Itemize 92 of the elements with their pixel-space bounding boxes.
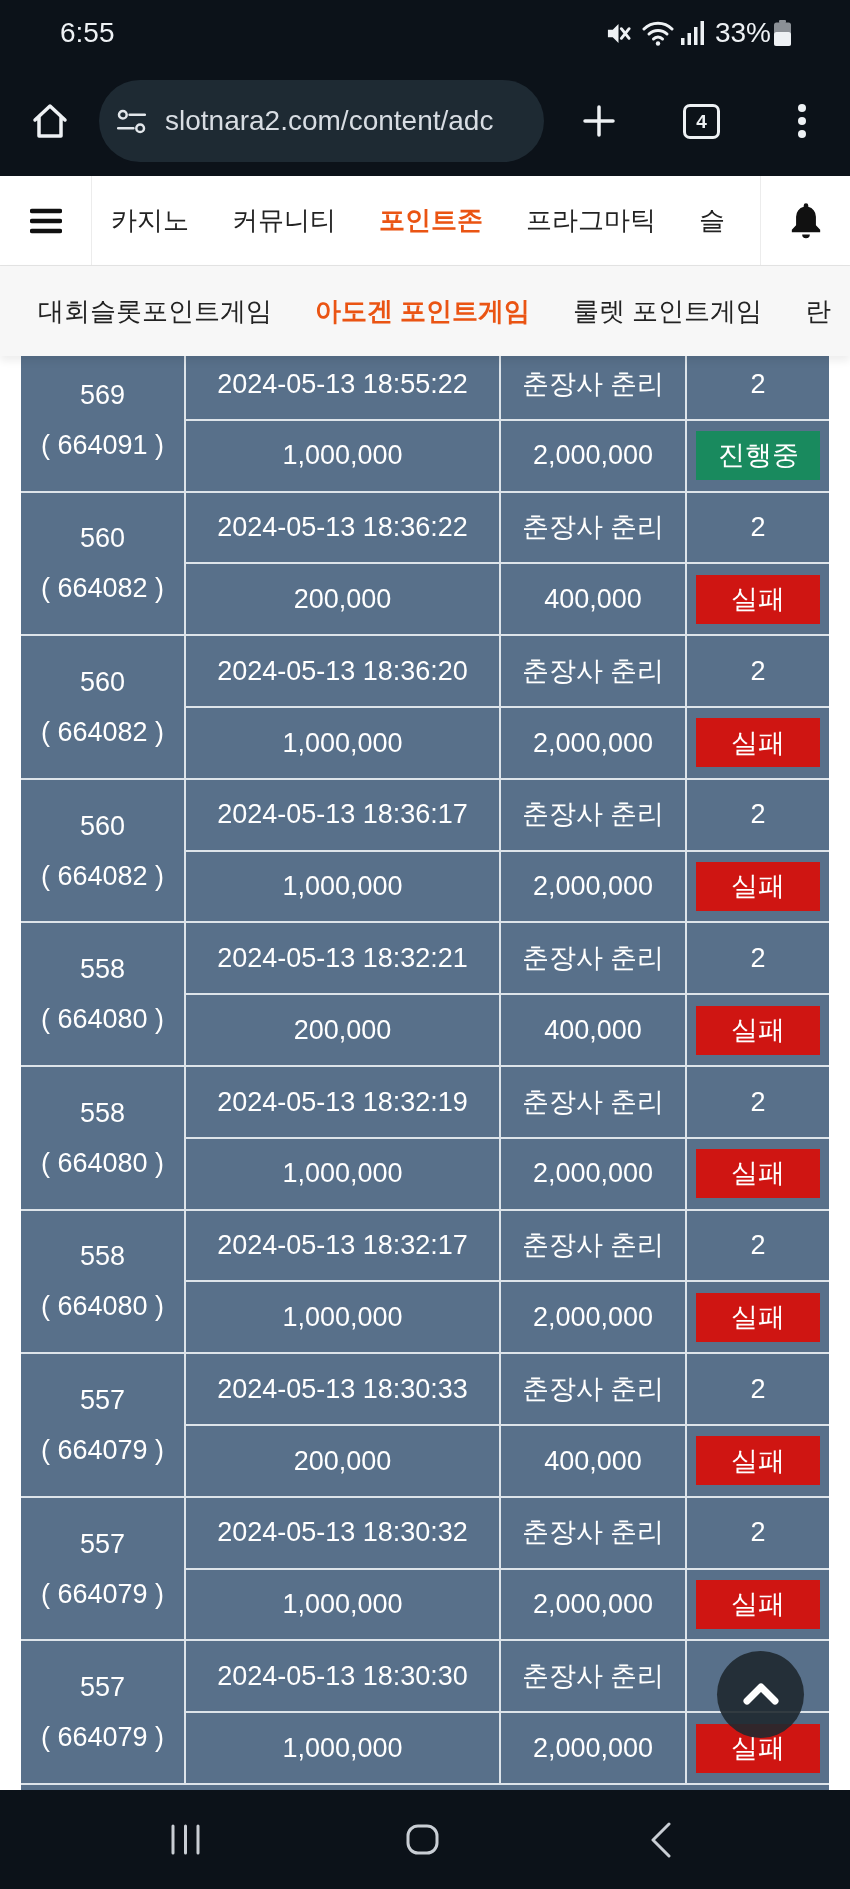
table-cell: 2024-05-13 18:55:22 bbox=[186, 356, 499, 419]
table-cell: 1,000,000 bbox=[186, 708, 499, 778]
menu-icon[interactable] bbox=[29, 207, 62, 234]
table-cell: 200,000 bbox=[186, 1425, 499, 1496]
table-cell: 1,000,000 bbox=[186, 1282, 499, 1353]
status-badge: 실패 bbox=[696, 1149, 820, 1199]
status-badge: 실패 bbox=[696, 1436, 820, 1486]
table-cell: 2 bbox=[687, 356, 829, 419]
table-cell: 569 ( 664091 ) bbox=[21, 356, 184, 491]
nav-link[interactable]: 카지노 bbox=[111, 201, 189, 240]
table-cell: 558 ( 664080 ) bbox=[21, 923, 184, 1065]
chevron-up-icon bbox=[742, 1680, 779, 1705]
sub-nav-link[interactable]: 룰렛 포인트게임 bbox=[573, 291, 763, 331]
tab-count-button[interactable]: 4 bbox=[683, 103, 720, 139]
table-cell: 2024-05-13 18:36:17 bbox=[186, 779, 499, 850]
table-cell: 2,000,000 bbox=[501, 420, 685, 491]
table-cell: 2,000,000 bbox=[501, 1138, 685, 1209]
table-cell: 1,000,000 bbox=[186, 851, 499, 922]
table-cell: 558 ( 664080 ) bbox=[21, 1210, 184, 1353]
url-text: slotnara2.com/content/adc bbox=[165, 104, 494, 138]
home-icon[interactable] bbox=[406, 1824, 439, 1855]
table-cell: 560 ( 664082 ) bbox=[21, 492, 184, 635]
table-cell: 춘장사 춘리 bbox=[501, 1497, 685, 1568]
sliders-icon[interactable] bbox=[117, 108, 146, 134]
table-cell: 춘장사 춘리 bbox=[501, 356, 685, 419]
table-cell: 400,000 bbox=[501, 1425, 685, 1496]
table-cell: 2024-05-13 18:36:22 bbox=[186, 492, 499, 563]
table-cell: 2024-05-13 18:30:32 bbox=[186, 1497, 499, 1568]
table-cell: 200,000 bbox=[186, 564, 499, 635]
table-cell: 2 bbox=[687, 636, 829, 706]
status-badge: 실패 bbox=[696, 718, 820, 768]
status-badge: 실패 bbox=[696, 861, 820, 911]
table-cell: 춘장사 춘리 bbox=[501, 636, 685, 706]
recent-apps-icon[interactable] bbox=[171, 1824, 200, 1855]
wifi-icon bbox=[641, 20, 674, 46]
table-cell: 2 bbox=[687, 492, 829, 563]
table-cell: 2,000,000 bbox=[501, 851, 685, 922]
table-cell: 2024-05-13 18:30:33 bbox=[186, 1354, 499, 1424]
table-cell: 558 ( 664080 ) bbox=[21, 1066, 184, 1209]
table-cell: 춘장사 춘리 bbox=[501, 779, 685, 850]
table-cell: 557 ( 664079 ) bbox=[21, 1497, 184, 1640]
table-cell: 200,000 bbox=[186, 995, 499, 1065]
clock-time: 6:55 bbox=[60, 19, 115, 47]
table-cell: 2 bbox=[687, 923, 829, 994]
plus-icon[interactable] bbox=[583, 105, 615, 137]
table-cell: 557 ( 664079 ) bbox=[21, 1641, 184, 1783]
more-options-icon[interactable] bbox=[797, 104, 807, 138]
table-cell: 557 ( 664079 ) bbox=[21, 1354, 184, 1496]
battery-percentage: 33% bbox=[714, 19, 771, 47]
status-badge: 진행중 bbox=[696, 431, 820, 481]
nav-link[interactable]: 슬 bbox=[699, 201, 725, 240]
table-cell: 춘장사 춘리 bbox=[501, 492, 685, 563]
table-cell: 2,000,000 bbox=[501, 708, 685, 778]
table-cell: 1,000,000 bbox=[186, 1713, 499, 1783]
table-cell: 2 bbox=[687, 779, 829, 850]
table-cell: 560 ( 664082 ) bbox=[21, 636, 184, 778]
status-badge: 실패 bbox=[696, 1579, 820, 1629]
battery-icon bbox=[774, 20, 791, 46]
table-cell: 2,000,000 bbox=[501, 1713, 685, 1783]
nav-link[interactable]: 커뮤니티 bbox=[232, 201, 336, 240]
table-cell: 2024-05-13 18:32:21 bbox=[186, 923, 499, 994]
table-cell: 400,000 bbox=[501, 564, 685, 635]
table-cell: 춘장사 춘리 bbox=[501, 1641, 685, 1712]
sub-nav-link[interactable]: 대회슬롯포인트게임 bbox=[38, 291, 272, 331]
signal-icon bbox=[679, 21, 704, 45]
sub-nav-link[interactable]: 란 bbox=[805, 291, 832, 331]
table-cell: 2 bbox=[687, 1210, 829, 1281]
table-cell: 2024-05-13 18:36:20 bbox=[186, 636, 499, 706]
table-cell: 2,000,000 bbox=[501, 1282, 685, 1353]
table-cell: 춘장사 춘리 bbox=[501, 1066, 685, 1137]
table-cell: 춘장사 춘리 bbox=[501, 1354, 685, 1424]
nav-link[interactable]: 프라그마틱 bbox=[526, 201, 656, 240]
table-cell: 2024-05-13 18:30:30 bbox=[186, 1641, 499, 1712]
table-cell: 2024-05-13 18:32:19 bbox=[186, 1066, 499, 1137]
status-badge: 실패 bbox=[696, 1292, 820, 1342]
table-cell: 1,000,000 bbox=[186, 1138, 499, 1209]
table-cell: 2,000,000 bbox=[501, 1569, 685, 1640]
status-badge: 실패 bbox=[696, 574, 820, 624]
table-cell: 2 bbox=[687, 1354, 829, 1424]
table-cell: 1,000,000 bbox=[186, 1569, 499, 1640]
back-icon[interactable] bbox=[650, 1821, 672, 1858]
nav-link[interactable]: 포인트존 bbox=[379, 201, 483, 240]
status-badge: 실패 bbox=[696, 1005, 820, 1055]
table-cell: 춘장사 춘리 bbox=[501, 1210, 685, 1281]
table-cell: 2024-05-13 18:32:17 bbox=[186, 1210, 499, 1281]
table-cell: 춘장사 춘리 bbox=[501, 923, 685, 994]
address-bar[interactable]: slotnara2.com/content/adc bbox=[99, 80, 544, 162]
table-cell: 400,000 bbox=[501, 995, 685, 1065]
table-cell: 560 ( 664082 ) bbox=[21, 779, 184, 922]
table-cell: 2 bbox=[687, 1066, 829, 1137]
table-cell: 2 bbox=[687, 1497, 829, 1568]
table-cell: 1,000,000 bbox=[186, 420, 499, 491]
